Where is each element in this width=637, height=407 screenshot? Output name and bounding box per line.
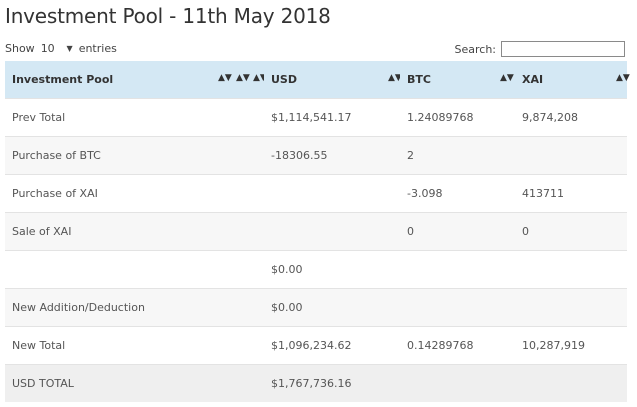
table-cell: 0: [400, 212, 515, 251]
entries-select-value: 10: [40, 42, 55, 55]
table-cell: [515, 250, 627, 289]
table-search: Search:: [454, 41, 625, 57]
table-cell: [5, 250, 264, 289]
table-row-total: USD TOTAL $1,767,736.16: [5, 364, 627, 402]
table-cell: [515, 364, 627, 402]
entries-label: entries: [78, 42, 117, 55]
entries-length-control: Show 10 ▼ entries: [5, 42, 117, 55]
column-header-xai[interactable]: XAI ▲▼: [515, 61, 630, 99]
table-cell: -3.098: [400, 174, 515, 213]
table-cell: 9,874,208: [515, 98, 627, 137]
table-header-row: Investment Pool ▲▼ ▲▼ ▲▼ USD ▲▼ BTC ▲▼ X…: [5, 61, 630, 99]
table-cell: 1.24089768: [400, 98, 515, 137]
table-cell: 0.14289768: [400, 326, 515, 365]
table-row: Purchase of XAI -3.098 413711: [5, 174, 627, 213]
table-cell: [400, 288, 515, 327]
dropdown-caret-icon: ▼: [66, 44, 73, 53]
table-row: New Total $1,096,234.62 0.14289768 10,28…: [5, 326, 627, 365]
table-cell: Purchase of XAI: [5, 174, 264, 213]
column-header-usd[interactable]: USD ▲▼: [264, 61, 402, 99]
table-row: Purchase of BTC -18306.55 2: [5, 136, 627, 175]
show-label: Show: [5, 42, 35, 55]
table-cell: [515, 136, 627, 175]
table-cell: 0: [515, 212, 627, 251]
entries-select[interactable]: 10 ▼: [41, 42, 73, 55]
table-cell: New Addition/Deduction: [5, 288, 264, 327]
table-cell: $1,096,234.62: [264, 326, 400, 365]
table-cell: $0.00: [264, 288, 400, 327]
column-header-btc[interactable]: BTC ▲▼: [400, 61, 515, 99]
sort-icon: ▲▼: [500, 73, 514, 83]
table-row: New Addition/Deduction $0.00: [5, 288, 627, 327]
table-cell: -18306.55: [264, 136, 400, 175]
table-cell: New Total: [5, 326, 264, 365]
investment-pool-table: Investment Pool ▲▼ ▲▼ ▲▼ USD ▲▼ BTC ▲▼ X…: [5, 61, 630, 402]
sort-icon: ▲▼: [616, 73, 630, 83]
table-cell: Sale of XAI: [5, 212, 264, 251]
table-row: $0.00: [5, 250, 627, 289]
table-cell: 10,287,919: [515, 326, 627, 365]
table-cell: [264, 212, 400, 251]
table-cell: 413711: [515, 174, 627, 213]
column-header-investment-pool[interactable]: Investment Pool ▲▼ ▲▼ ▲▼: [5, 61, 267, 99]
table-cell: 2: [400, 136, 515, 175]
table-cell: USD TOTAL: [5, 364, 264, 402]
table-cell: [264, 174, 400, 213]
table-cell: Prev Total: [5, 98, 264, 137]
table-row: Sale of XAI 0 0: [5, 212, 627, 251]
sort-icon: ▲▼: [218, 73, 232, 83]
search-label: Search:: [454, 42, 497, 56]
table-cell: $0.00: [264, 250, 400, 289]
search-input[interactable]: [501, 41, 625, 57]
page-title: Investment Pool - 11th May 2018: [5, 4, 331, 28]
table-cell: $1,114,541.17: [264, 98, 400, 137]
table-cell: [515, 288, 627, 327]
table-row: Prev Total $1,114,541.17 1.24089768 9,87…: [5, 98, 627, 137]
sort-icon: ▲▼: [236, 73, 250, 83]
table-cell: Purchase of BTC: [5, 136, 264, 175]
table-cell: [400, 364, 515, 402]
table-cell: [400, 250, 515, 289]
table-cell: $1,767,736.16: [264, 364, 400, 402]
